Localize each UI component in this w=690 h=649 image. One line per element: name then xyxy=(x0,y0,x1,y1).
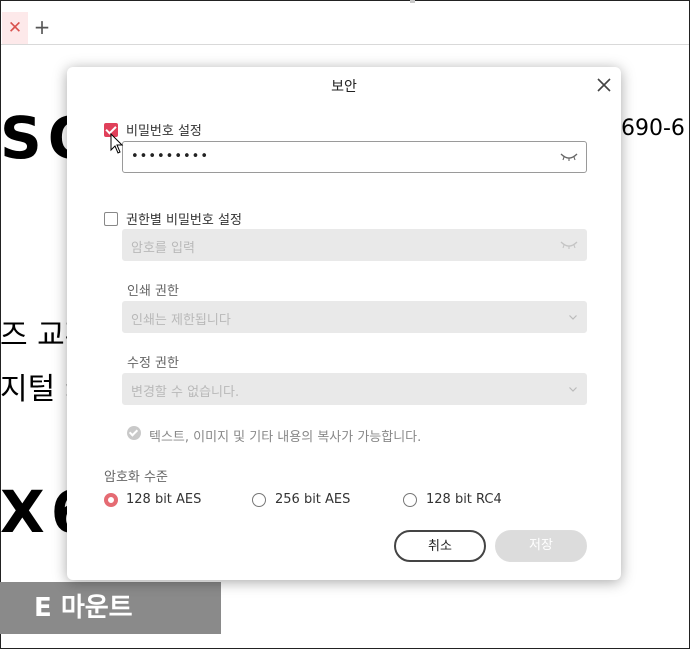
radio-128-rc4[interactable] xyxy=(403,493,417,507)
print-permission-label: 인쇄 권한 xyxy=(127,284,179,299)
hide-password-icon xyxy=(560,241,578,249)
save-button[interactable]: 저장 xyxy=(495,530,587,562)
copy-note: 텍스트, 이미지 및 기타 내용의 복사가 가능합니다. xyxy=(149,430,422,445)
permission-password-label: 권한별 비밀번호 설정 xyxy=(126,213,242,228)
radio-128-rc4-label: 128 bit RC4 xyxy=(426,492,502,507)
tab-close-icon[interactable]: ✕ xyxy=(2,12,28,44)
radio-256-aes[interactable] xyxy=(252,493,266,507)
cancel-button[interactable]: 취소 xyxy=(394,530,486,562)
print-permission-value: 인쇄는 제한됩니다 xyxy=(131,313,231,328)
chevron-down-icon xyxy=(569,387,577,392)
check-circle-icon xyxy=(127,426,141,440)
edit-permission-select[interactable]: 변경할 수 없습니다. xyxy=(122,373,587,405)
background-bar: E 마운트 xyxy=(0,582,221,634)
permission-password-input[interactable]: 암호를 입력 xyxy=(122,229,587,261)
permission-password-placeholder: 암호를 입력 xyxy=(131,241,195,256)
dialog-title: 보안 xyxy=(331,79,357,95)
encryption-level-label: 암호화 수준 xyxy=(104,470,168,485)
add-tab-icon[interactable]: + xyxy=(32,12,52,44)
radio-128-aes[interactable] xyxy=(104,493,118,507)
mouse-cursor-icon xyxy=(110,133,124,154)
edit-permission-value: 변경할 수 없습니다. xyxy=(131,385,240,400)
password-input[interactable]: ••••••••• xyxy=(122,141,587,173)
top-accent xyxy=(410,0,415,3)
chevron-down-icon xyxy=(569,315,577,320)
hide-password-icon[interactable] xyxy=(560,152,578,162)
background-text-2: 690-6 xyxy=(621,116,685,141)
permission-password-checkbox[interactable] xyxy=(104,212,118,226)
radio-256-aes-label: 256 bit AES xyxy=(275,492,351,507)
edit-permission-label: 수정 권한 xyxy=(127,356,179,371)
print-permission-select[interactable]: 인쇄는 제한됩니다 xyxy=(122,301,587,333)
password-label: 비밀번호 설정 xyxy=(126,124,202,139)
security-dialog: 보안 비밀번호 설정 ••••••••• 권한별 비밀번호 설정 암호를 입력 … xyxy=(67,67,621,580)
close-icon[interactable] xyxy=(594,75,614,95)
tab-bar: ✕ + xyxy=(1,12,689,45)
radio-128-aes-label: 128 bit AES xyxy=(126,492,202,507)
password-value: ••••••••• xyxy=(131,149,210,164)
